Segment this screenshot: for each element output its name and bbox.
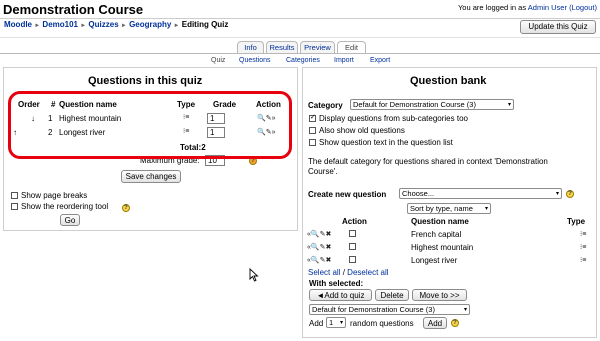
show-page-breaks-checkbox[interactable]: [11, 192, 18, 199]
old-questions-checkbox[interactable]: [309, 127, 316, 134]
chevron-down-icon: ▾: [463, 307, 467, 313]
sort-value: Sort by type, name: [410, 204, 473, 213]
bank-row-actions-icon[interactable]: «🔍✎✖: [307, 243, 331, 251]
multichoice-type-icon: ⁝≡: [580, 257, 587, 264]
bank-row-actions-icon[interactable]: «🔍✎✖: [307, 256, 331, 264]
random-count-select[interactable]: 1 ▾: [326, 317, 346, 328]
logout-link[interactable]: (Logout): [569, 3, 597, 12]
chevron-down-icon: ▾: [339, 320, 343, 326]
tabs-baseline: [0, 53, 600, 54]
bank-col-action: Action: [342, 217, 367, 226]
breadcrumb-sep-icon: ►: [120, 23, 127, 29]
bank-col-question-name: Question name: [411, 217, 469, 226]
breadcrumb-sep-icon: ►: [34, 23, 41, 29]
tab-preview[interactable]: Preview: [300, 41, 335, 53]
highlight-annotation: [8, 91, 292, 159]
deselect-all-link[interactable]: Deselect all: [347, 268, 388, 277]
mouse-pointer-icon: [249, 268, 259, 282]
subtab-categories[interactable]: Categories: [286, 57, 320, 64]
breadcrumb-quizzes[interactable]: Quizzes: [88, 20, 118, 29]
chevron-down-icon: ▾: [555, 191, 559, 197]
move-to-button[interactable]: Move to >>: [412, 289, 467, 301]
subtab-export[interactable]: Export: [370, 57, 390, 64]
create-question-label: Create new question: [308, 190, 387, 199]
move-category-select[interactable]: Default for Demonstration Course (3) ▾: [309, 304, 470, 315]
with-selected-label: With selected:: [309, 279, 364, 288]
bank-question-name: Highest mountain: [411, 243, 474, 252]
category-description: The default category for questions share…: [308, 157, 548, 176]
tab-results[interactable]: Results: [266, 41, 298, 53]
breadcrumb: Moodle ► Demo101 ► Quizzes ► Geography ►…: [4, 20, 228, 29]
show-page-breaks-label: Show page breaks: [21, 191, 88, 200]
bank-row-checkbox[interactable]: [349, 230, 356, 237]
chevron-down-icon: ▾: [507, 102, 511, 108]
subtab-questions[interactable]: Questions: [239, 57, 271, 64]
subcategories-label: Display questions from sub-categories to…: [319, 114, 468, 123]
header-divider: [0, 18, 600, 19]
update-quiz-button[interactable]: Update this Quiz: [520, 20, 596, 34]
breadcrumb-demo101[interactable]: Demo101: [42, 20, 78, 29]
login-prefix: You are logged in as: [457, 3, 527, 12]
category-select[interactable]: Default for Demonstration Course (3) ▾: [350, 99, 514, 110]
breadcrumb-current: Editing Quiz: [181, 20, 229, 29]
add-random-label: Add: [309, 319, 324, 328]
quiz-heading: Questions in this quiz: [88, 75, 203, 87]
bank-question-name: French capital: [411, 230, 462, 239]
create-question-value: Choose...: [402, 189, 435, 198]
question-text-label: Show question text in the question list: [319, 138, 453, 147]
breadcrumb-sep-icon: ►: [173, 23, 180, 29]
add-random-button[interactable]: Add: [423, 317, 447, 329]
random-questions-label: random questions: [350, 319, 414, 328]
show-reorder-checkbox[interactable]: [11, 203, 18, 210]
multichoice-type-icon: ⁝≡: [580, 244, 587, 251]
breadcrumb-sep-icon: ►: [80, 23, 87, 29]
tab-info[interactable]: Info: [237, 41, 264, 53]
bank-question-name: Longest river: [411, 256, 458, 265]
add-to-quiz-button[interactable]: ◄Add to quiz: [309, 289, 372, 301]
select-links: Select all / Deselect all: [308, 268, 389, 277]
old-questions-label: Also show old questions: [319, 126, 405, 135]
select-separator: /: [342, 268, 345, 277]
save-changes-button[interactable]: Save changes: [121, 170, 181, 183]
delete-button[interactable]: Delete: [375, 289, 409, 301]
subtab-import[interactable]: Import: [334, 57, 354, 64]
help-icon[interactable]: ?: [122, 204, 130, 212]
select-all-link[interactable]: Select all: [308, 268, 340, 277]
create-question-select[interactable]: Choose... ▾: [399, 188, 562, 199]
help-icon[interactable]: ?: [451, 319, 459, 327]
bank-col-type: Type: [567, 217, 586, 226]
random-count-value: 1: [329, 318, 334, 327]
user-link[interactable]: Admin User: [528, 3, 567, 12]
show-reorder-label: Show the reordering tool: [21, 202, 109, 211]
category-value: Default for Demonstration Course (3): [353, 100, 476, 109]
subcategories-checkbox[interactable]: [309, 113, 316, 122]
help-icon[interactable]: ?: [566, 190, 574, 198]
chevron-down-icon: ▾: [484, 206, 488, 212]
bank-row-actions-icon[interactable]: «🔍✎✖: [307, 230, 331, 238]
subtab-quiz[interactable]: Quiz: [211, 57, 225, 64]
login-info: You are logged in as Admin User (Logout): [458, 3, 597, 12]
course-title: Demonstration Course: [3, 2, 144, 17]
category-label: Category: [308, 101, 343, 110]
breadcrumb-geography[interactable]: Geography: [129, 20, 171, 29]
question-text-checkbox[interactable]: [309, 139, 316, 146]
bank-row-checkbox[interactable]: [349, 256, 356, 263]
multichoice-type-icon: ⁝≡: [580, 231, 587, 238]
breadcrumb-divider: [0, 37, 600, 38]
sort-select[interactable]: Sort by type, name ▾: [407, 203, 491, 214]
breadcrumb-moodle[interactable]: Moodle: [4, 20, 32, 29]
move-category-value: Default for Demonstration Course (3): [312, 305, 435, 314]
bank-row-checkbox[interactable]: [349, 243, 356, 250]
go-button[interactable]: Go: [60, 214, 80, 226]
bank-heading: Question bank: [410, 75, 487, 87]
